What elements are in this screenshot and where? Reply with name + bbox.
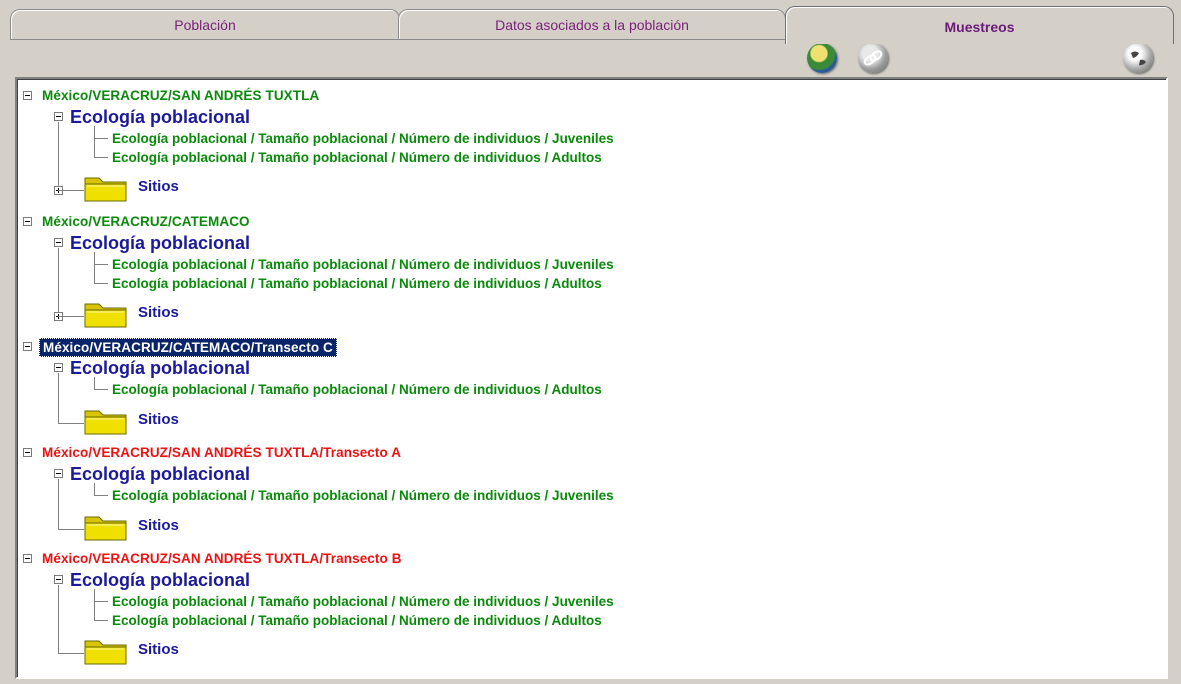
tree-connector: [94, 252, 95, 283]
tree-connector: [94, 389, 108, 390]
world-icon[interactable]: [1123, 43, 1153, 73]
collapse-icon[interactable]: [23, 91, 32, 100]
tree-connector: [58, 479, 59, 529]
tree-connector: [94, 377, 95, 389]
ecologia-label[interactable]: Ecología poblacional: [70, 357, 250, 379]
tree-leaf-variable[interactable]: Ecología poblacional / Tamaño poblaciona…: [112, 593, 614, 610]
sitios-label[interactable]: Sitios: [138, 641, 179, 658]
tree-connector: [58, 316, 84, 317]
refresh-globe-icon[interactable]: [807, 43, 837, 73]
sitios-label[interactable]: Sitios: [138, 178, 179, 195]
tree-connector: [58, 373, 59, 423]
tree-connector: [94, 589, 95, 620]
tree-connector: [94, 264, 108, 265]
sitios-label[interactable]: Sitios: [138, 517, 179, 534]
tree-connector: [94, 601, 108, 602]
tree-leaf-variable[interactable]: Ecología poblacional / Tamaño poblaciona…: [112, 381, 602, 398]
tree-connector: [94, 495, 108, 496]
tree-connector: [94, 483, 95, 495]
ecologia-label[interactable]: Ecología poblacional: [70, 232, 250, 254]
tree-leaf-variable[interactable]: Ecología poblacional / Tamaño poblaciona…: [112, 275, 602, 292]
tree-leaf-variable[interactable]: Ecología poblacional / Tamaño poblaciona…: [112, 149, 602, 166]
collapse-icon[interactable]: [23, 448, 32, 457]
folder-icon: [84, 405, 128, 435]
sitios-label[interactable]: Sitios: [138, 411, 179, 428]
tree-leaf-variable[interactable]: Ecología poblacional / Tamaño poblaciona…: [112, 130, 614, 147]
tree-leaf-variable[interactable]: Ecología poblacional / Tamaño poblaciona…: [112, 256, 614, 273]
tree-leaf-variable[interactable]: Ecología poblacional / Tamaño poblaciona…: [112, 612, 602, 629]
collapse-icon[interactable]: [23, 554, 32, 563]
tree-connector: [94, 138, 108, 139]
tree-connector: [58, 529, 84, 530]
tree-connector: [94, 620, 108, 621]
collapse-icon[interactable]: [54, 112, 63, 121]
folder-icon: [84, 172, 128, 202]
tab-muestreos[interactable]: Muestreos: [785, 6, 1174, 44]
tree-node-label[interactable]: México/VERACRUZ/SAN ANDRÉS TUXTLA/Transe…: [39, 444, 404, 461]
tab-datos-asociados[interactable]: Datos asociados a la población: [398, 9, 786, 39]
tree-connector: [58, 248, 59, 316]
app-window: Población Datos asociados a la población…: [0, 0, 1181, 684]
tab-poblacion[interactable]: Población: [10, 9, 400, 39]
tree-node-label[interactable]: México/VERACRUZ/CATEMACO/Transecto C: [39, 338, 337, 357]
tree-view[interactable]: México/VERACRUZ/SAN ANDRÉS TUXTLA Ecologí…: [15, 77, 1168, 679]
folder-icon: [84, 298, 128, 328]
collapse-icon[interactable]: [54, 363, 63, 372]
tree-connector: [94, 126, 95, 157]
tree-connector: [94, 157, 108, 158]
tree-node-label[interactable]: México/VERACRUZ/CATEMACO: [39, 213, 253, 230]
tree-connector: [58, 653, 84, 654]
collapse-icon[interactable]: [54, 238, 63, 247]
link-icon[interactable]: [858, 43, 888, 73]
tree-connector: [94, 283, 108, 284]
ecologia-label[interactable]: Ecología poblacional: [70, 106, 250, 128]
collapse-icon[interactable]: [54, 469, 63, 478]
collapse-icon[interactable]: [54, 575, 63, 584]
collapse-icon[interactable]: [23, 217, 32, 226]
tree-node-label[interactable]: México/VERACRUZ/SAN ANDRÉS TUXTLA: [39, 87, 322, 104]
ecologia-label[interactable]: Ecología poblacional: [70, 569, 250, 591]
collapse-icon[interactable]: [23, 342, 32, 351]
folder-icon: [84, 635, 128, 665]
tree-node-label[interactable]: México/VERACRUZ/SAN ANDRÉS TUXTLA/Transe…: [39, 550, 405, 567]
sitios-label[interactable]: Sitios: [138, 304, 179, 321]
tree-connector: [58, 585, 59, 653]
tree-leaf-variable[interactable]: Ecología poblacional / Tamaño poblaciona…: [112, 487, 614, 504]
ecologia-label[interactable]: Ecología poblacional: [70, 463, 250, 485]
tree-connector: [58, 190, 84, 191]
folder-icon: [84, 511, 128, 541]
tree-connector: [58, 423, 84, 424]
tree-connector: [58, 122, 59, 190]
